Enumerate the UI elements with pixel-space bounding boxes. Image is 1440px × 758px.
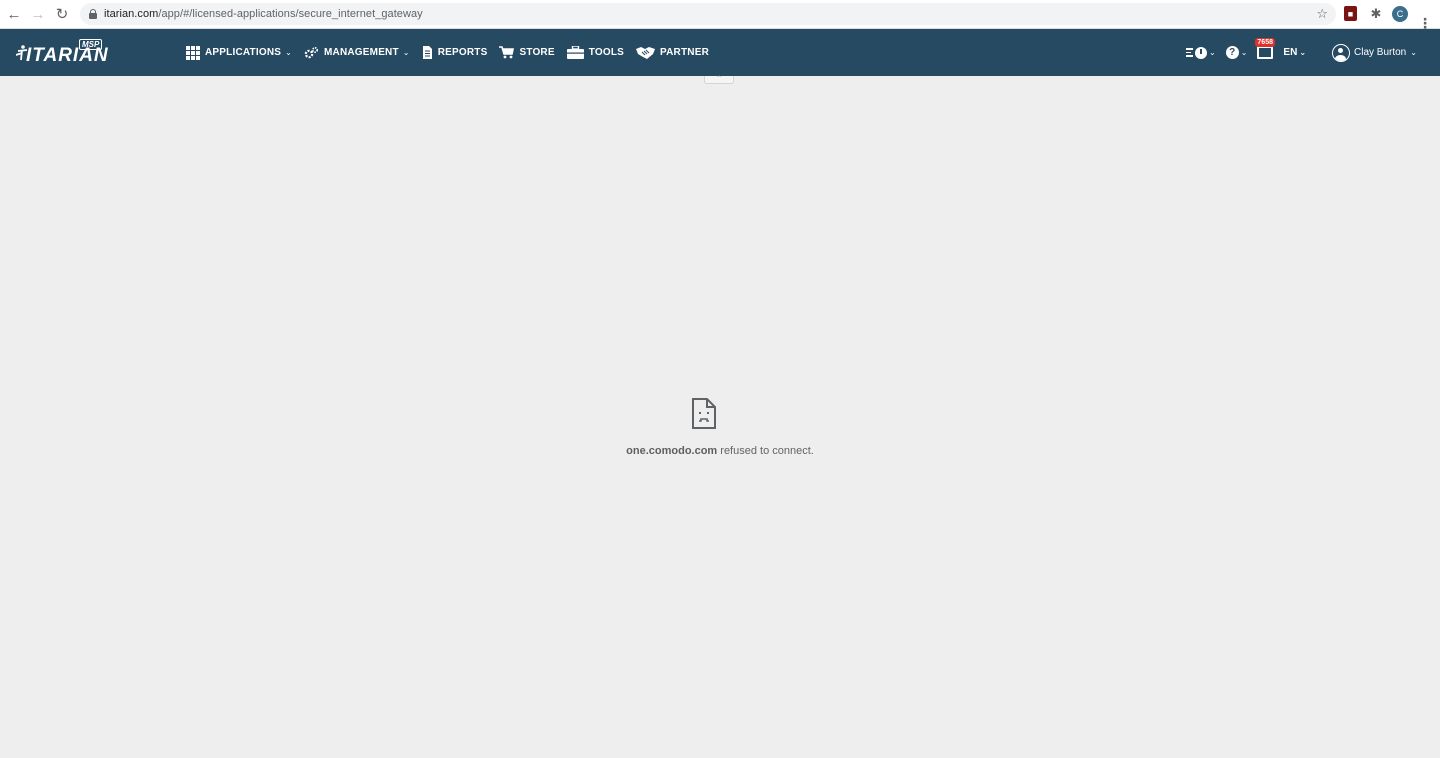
chevron-down-icon: ⌄ [1410,48,1417,57]
grid-icon [186,45,200,60]
logo-badge: MSP [79,39,103,50]
menu-label: MANAGEMENT [324,47,399,58]
clock-icon [1195,46,1207,59]
menu-label: APPLICATIONS [205,47,282,58]
chevron-down-icon: ⌄ [1240,48,1248,57]
menu-label: REPORTS [437,47,488,58]
menu-reports[interactable]: REPORTS [422,29,488,76]
help-dropdown[interactable]: ? ⌄ [1225,46,1248,59]
menu-applications[interactable]: APPLICATIONS ⌄ [186,29,292,76]
browser-toolbar: ← → ↻ itarian.com/app/#/licensed-applica… [0,0,1440,31]
menu-label: TOOLS [588,47,624,58]
profile-avatar-icon[interactable]: C [1392,6,1408,22]
user-avatar-icon [1332,43,1350,62]
document-icon [422,46,433,59]
notification-badge: 7658 [1255,38,1275,47]
bookmark-star-icon[interactable]: ☆ [1316,6,1328,22]
language-label: EN [1283,47,1298,58]
lock-icon [89,9,97,19]
monitor-icon: 7658 [1255,38,1275,59]
header-tools: ⌄ ? ⌄ 7658 EN ⌄ [1186,29,1316,76]
toolbox-icon [566,46,584,59]
forward-arrow-icon[interactable]: → [26,2,50,26]
chevron-down-icon: ⌄ [1299,48,1307,57]
user-menu[interactable]: Clay Burton ⌄ [1332,29,1417,76]
error-host: one.comodo.com [626,445,718,457]
menu-label: STORE [519,47,555,58]
back-arrow-icon[interactable]: ← [2,2,26,26]
list-icon [1186,48,1193,57]
chevron-down-icon: ⌄ [285,48,293,57]
recent-activity-dropdown[interactable]: ⌄ [1186,46,1216,59]
main-menu: APPLICATIONS ⌄ MANAGEMENT ⌄ REPORTS STOR… [186,29,721,76]
menu-tools[interactable]: TOOLS [566,29,624,76]
chevron-down-icon: ⌄ [1209,48,1216,57]
error-message: one.comodo.com refused to connect. [0,445,1440,457]
menu-store[interactable]: STORE [499,29,555,76]
help-icon: ? [1225,46,1239,59]
address-bar[interactable]: itarian.com/app/#/licensed-applications/… [80,3,1336,25]
notifications-button[interactable]: 7658 [1255,38,1275,59]
url-text[interactable]: itarian.com/app/#/licensed-applications/… [104,8,423,20]
user-name: Clay Burton [1354,47,1407,58]
error-text: refused to connect. [717,445,814,457]
cart-icon [499,46,515,59]
url-host: itarian.com [104,8,159,20]
handshake-icon [636,46,655,59]
menu-partner[interactable]: PARTNER [636,29,709,76]
url-path: /app/#/licensed-applications/secure_inte… [158,8,423,20]
app-header: ITARIAN MSP APPLICATIONS ⌄ MANAGEMENT ⌄ … [0,29,1440,76]
reload-icon[interactable]: ↻ [50,2,74,26]
menu-label: PARTNER [660,47,709,58]
menu-management[interactable]: MANAGEMENT ⌄ [304,29,410,76]
itarian-logo[interactable]: ITARIAN MSP [16,39,108,66]
gear-icon [304,46,319,60]
sad-page-icon [692,398,716,429]
extensions-puzzle-icon[interactable]: ✱ [1369,6,1383,22]
collapse-header-toggle[interactable]: ⌃ [704,75,734,84]
pdf-extension-icon[interactable]: ■ [1344,6,1357,21]
language-dropdown[interactable]: EN ⌄ [1283,47,1306,58]
chevron-down-icon: ⌄ [402,48,410,57]
